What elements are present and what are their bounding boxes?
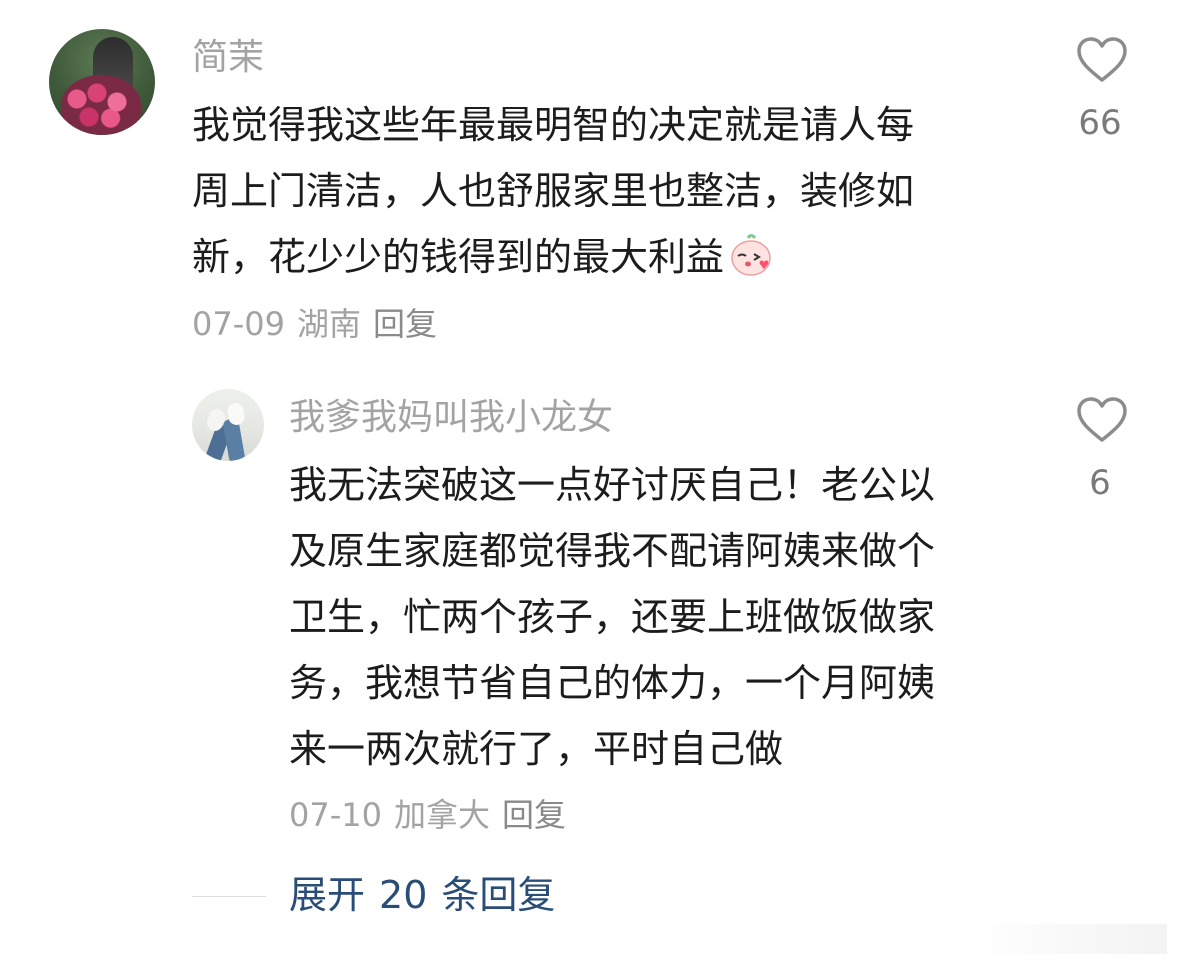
reply-text-line: 我无法突破这一点好讨厌自己！老公以 [289, 463, 936, 507]
reply-like-button[interactable] [1076, 396, 1128, 444]
reply-location: 加拿大 [393, 796, 490, 834]
kiss-emoji-icon [728, 232, 774, 278]
comment-meta: 07-09 湖南 回复 [192, 308, 449, 340]
expand-prefix: 展开 [289, 873, 366, 917]
divider [192, 896, 266, 897]
like-button[interactable] [1076, 36, 1128, 84]
like-count: 66 [1078, 103, 1122, 143]
comment-text-line: 我觉得我这些年最最明智的决定就是请人每 [192, 103, 915, 147]
watermark [967, 924, 1167, 954]
avatar[interactable] [49, 29, 155, 135]
avatar-flowers [61, 75, 141, 135]
comment-text-line: 新，花少少的钱得到的最大利益 [192, 235, 725, 279]
expand-suffix: 条回复 [441, 873, 556, 917]
comment-date: 07-09 [192, 305, 285, 343]
reply-text-line: 来一两次就行了，平时自己做 [289, 727, 784, 771]
reply-body: 我无法突破这一点好讨厌自己！老公以 及原生家庭都觉得我不配请阿姨来做个 卫生，忙… [289, 452, 1029, 782]
reply-meta: 07-10 加拿大 回复 [289, 799, 578, 831]
reply-date: 07-10 [289, 796, 382, 834]
heart-icon [1077, 37, 1127, 82]
comment-username[interactable]: 简茉 [192, 40, 264, 76]
reply-button[interactable]: 回复 [373, 305, 437, 343]
heart-icon [1077, 397, 1127, 442]
comment-body: 我觉得我这些年最最明智的决定就是请人每 周上门清洁，人也舒服家里也整洁，装修如 … [192, 92, 1022, 290]
comment-text-line-with-emoji: 新，花少少的钱得到的最大利益 [192, 224, 1022, 290]
reply-avatar[interactable] [192, 389, 264, 461]
reply-text-line: 卫生，忙两个孩子，还要上班做饭做家 [289, 595, 936, 639]
expand-count: 20 [379, 873, 428, 917]
comment-location: 湖南 [296, 305, 361, 343]
reply-reply-button[interactable]: 回复 [502, 796, 566, 834]
comment-text-line: 周上门清洁，人也舒服家里也整洁，装修如 [192, 169, 915, 213]
reply-text-line: 务，我想节省自己的体力，一个月阿姨 [289, 661, 936, 705]
reply-like-count: 6 [1089, 463, 1111, 503]
reply-text-line: 及原生家庭都觉得我不配请阿姨来做个 [289, 529, 936, 573]
expand-replies-button[interactable]: 展开 20 条回复 [289, 876, 555, 914]
reply-username[interactable]: 我爹我妈叫我小龙女 [289, 400, 613, 436]
